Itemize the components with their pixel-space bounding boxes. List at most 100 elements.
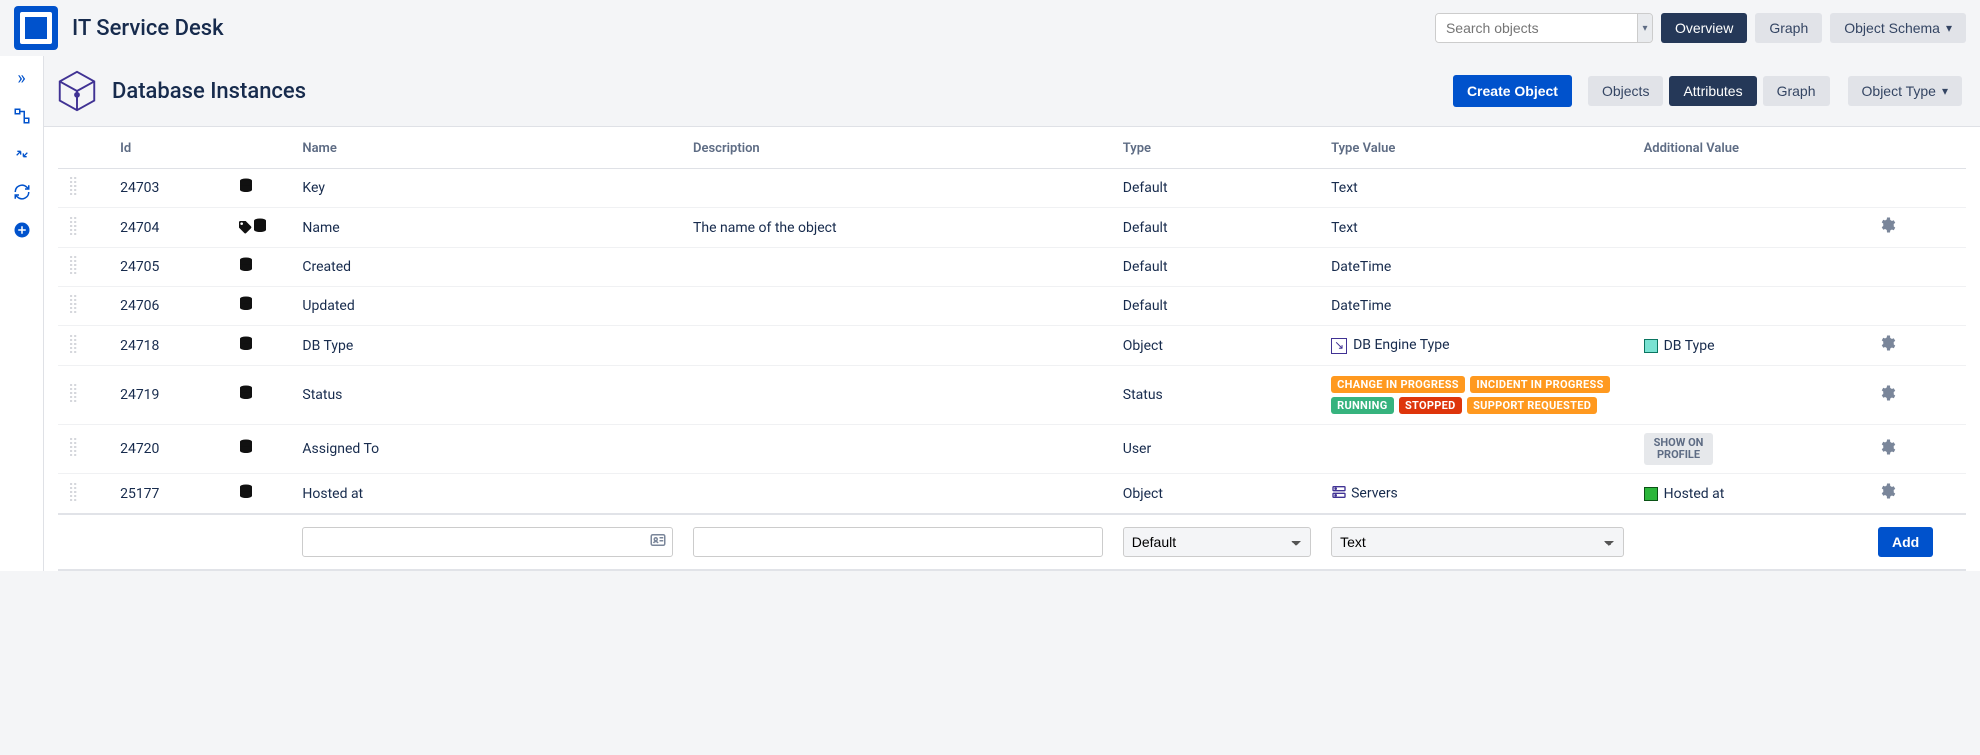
cell-type-value: Text: [1321, 169, 1634, 208]
type-value-text: Text: [1331, 180, 1358, 196]
cell-additional-value: [1634, 366, 1868, 425]
search-objects-combo[interactable]: ▾: [1435, 13, 1653, 43]
search-input[interactable]: [1436, 14, 1637, 42]
drag-handle-icon[interactable]: ⠿⠿: [68, 441, 88, 457]
drag-handle-icon[interactable]: ⠿⠿: [68, 486, 88, 502]
cell-type-value: Servers: [1321, 474, 1634, 515]
add-icon[interactable]: [12, 220, 32, 240]
overview-button[interactable]: Overview: [1661, 13, 1747, 43]
status-badge: STOPPED: [1399, 397, 1462, 414]
table-row: ⠿⠿24719StatusStatusCHANGE IN PROGRESS IN…: [58, 366, 1966, 425]
type-value-ref: DB Engine Type: [1353, 337, 1449, 353]
collapse-icon[interactable]: [12, 144, 32, 164]
database-icon: [237, 483, 255, 501]
cell-description: [683, 326, 1113, 366]
drag-handle-icon[interactable]: ⠿⠿: [68, 387, 88, 403]
type-value-text: Text: [1331, 220, 1358, 236]
cell-additional-value: [1634, 208, 1868, 248]
new-attr-name-input[interactable]: [302, 527, 673, 557]
cell-name: Key: [292, 169, 683, 208]
cell-id: 24703: [110, 169, 227, 208]
cell-type-value: CHANGE IN PROGRESS INCIDENT IN PROGRESS …: [1321, 366, 1634, 425]
servers-icon: [1331, 485, 1347, 504]
cell-type: Object: [1113, 326, 1321, 366]
database-icon: [237, 438, 255, 456]
status-badge: SUPPORT REQUESTED: [1467, 397, 1597, 414]
new-attribute-row: Default Text Add: [58, 514, 1966, 570]
status-badge: INCIDENT IN PROGRESS: [1470, 376, 1609, 393]
cell-type-value: DateTime: [1321, 248, 1634, 287]
show-on-profile-pill[interactable]: SHOW ONPROFILE: [1644, 433, 1714, 465]
cell-id: 24706: [110, 287, 227, 326]
new-attr-type-value-select[interactable]: Text: [1331, 527, 1624, 557]
expand-rail-icon[interactable]: »: [12, 68, 32, 88]
cell-description: [683, 366, 1113, 425]
cell-name: Created: [292, 248, 683, 287]
col-header-type: Type: [1113, 127, 1321, 169]
settings-gear-icon[interactable]: [1878, 386, 1896, 407]
add-attribute-button[interactable]: Add: [1878, 527, 1933, 557]
cell-type: Default: [1113, 208, 1321, 248]
tab-objects[interactable]: Objects: [1588, 76, 1663, 106]
new-attr-type-select[interactable]: Default: [1123, 527, 1311, 557]
cell-name: DB Type: [292, 326, 683, 366]
cell-additional-value: [1634, 287, 1868, 326]
additional-value-ref: Hosted at: [1664, 486, 1725, 502]
cell-name: Status: [292, 366, 683, 425]
tab-graph[interactable]: Graph: [1763, 76, 1830, 106]
cell-id: 24719: [110, 366, 227, 425]
cell-type: User: [1113, 425, 1321, 474]
cell-description: [683, 169, 1113, 208]
cell-description: [683, 287, 1113, 326]
additional-value-ref: DB Type: [1664, 338, 1715, 354]
col-header-additional-value: Additional Value: [1634, 127, 1868, 169]
tab-attributes[interactable]: Attributes: [1669, 76, 1756, 106]
status-badge: CHANGE IN PROGRESS: [1331, 376, 1465, 393]
graph-button[interactable]: Graph: [1755, 13, 1822, 43]
table-row: ⠿⠿24706UpdatedDefaultDateTime: [58, 287, 1966, 326]
drag-handle-icon[interactable]: ⠿⠿: [68, 259, 88, 275]
cell-type-value: DB Engine Type: [1321, 326, 1634, 366]
app-title: IT Service Desk: [72, 16, 224, 41]
cell-type-value: [1321, 425, 1634, 474]
cell-additional-value: DB Type: [1634, 326, 1868, 366]
attributes-table: Id Name Description Type Type Value Addi…: [58, 127, 1966, 571]
col-header-name: Name: [292, 127, 683, 169]
cell-id: 24705: [110, 248, 227, 287]
tree-icon[interactable]: [12, 106, 32, 126]
database-icon: [237, 384, 255, 402]
logo-block: IT Service Desk: [14, 6, 224, 50]
settings-gear-icon[interactable]: [1878, 218, 1896, 239]
cell-type-value: Text: [1321, 208, 1634, 248]
cell-name: Assigned To: [292, 425, 683, 474]
chevron-down-icon: ▾: [1946, 21, 1952, 35]
create-object-button[interactable]: Create Object: [1453, 75, 1572, 107]
cell-type: Default: [1113, 169, 1321, 208]
cell-id: 25177: [110, 474, 227, 515]
table-row: ⠿⠿ 24718 DB Type Object DB Engine Type DB Typ…: [58, 326, 1966, 366]
drag-handle-icon[interactable]: ⠿⠿: [68, 298, 88, 314]
sync-icon[interactable]: [12, 182, 32, 202]
cell-type-value: DateTime: [1321, 287, 1634, 326]
settings-gear-icon[interactable]: [1878, 336, 1896, 357]
object-schema-dropdown[interactable]: Object Schema▾: [1830, 13, 1966, 43]
cell-additional-value: Hosted at: [1634, 474, 1868, 515]
id-card-icon[interactable]: [649, 531, 667, 553]
cell-additional-value: [1634, 248, 1868, 287]
col-header-type-value: Type Value: [1321, 127, 1634, 169]
drag-handle-icon[interactable]: ⠿⠿: [68, 338, 88, 354]
search-dropdown-toggle[interactable]: ▾: [1637, 14, 1652, 42]
drag-handle-icon[interactable]: ⠿⠿: [68, 180, 88, 196]
new-attr-description-input[interactable]: [693, 527, 1103, 557]
drag-handle-icon[interactable]: ⠿⠿: [68, 220, 88, 236]
table-row: ⠿⠿25177Hosted atObjectServersHosted at: [58, 474, 1966, 515]
top-bar: IT Service Desk ▾ Overview Graph Object …: [0, 0, 1980, 56]
cell-type: Object: [1113, 474, 1321, 515]
cell-id: 24718: [110, 326, 227, 366]
type-value-text: DateTime: [1331, 298, 1391, 314]
type-value-ref: Servers: [1351, 485, 1398, 501]
object-ref-icon: [1331, 338, 1347, 354]
object-type-dropdown[interactable]: Object Type▾: [1848, 76, 1962, 106]
settings-gear-icon[interactable]: [1878, 440, 1896, 461]
settings-gear-icon[interactable]: [1878, 484, 1896, 505]
